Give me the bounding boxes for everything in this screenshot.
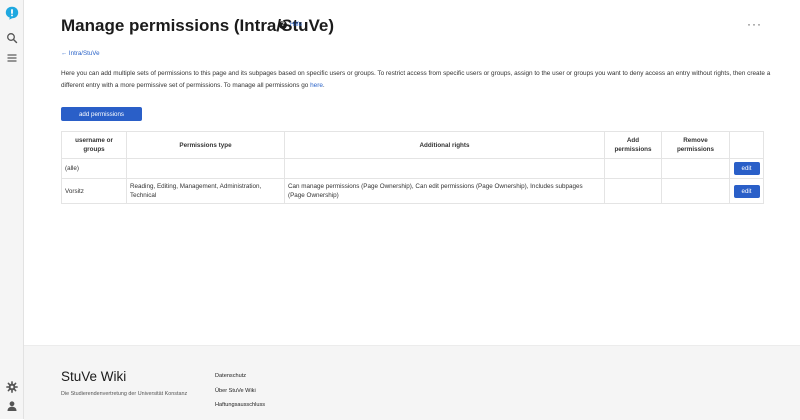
description-text: Here you can add multiple sets of permis… bbox=[61, 70, 771, 89]
main-content: Manage permissions (Intra/StuVe) ? Hilfe… bbox=[24, 0, 800, 345]
edit-button[interactable]: edit bbox=[733, 162, 760, 175]
table-row: Vorsitz Reading, Editing, Management, Ad… bbox=[61, 178, 764, 204]
column-header-add: Add permissions bbox=[604, 131, 662, 159]
footer: StuVe Wiki Die Studierendenvertretung de… bbox=[24, 345, 800, 420]
cell-username: Vorsitz bbox=[61, 178, 127, 204]
column-header-action bbox=[729, 131, 764, 159]
search-icon[interactable] bbox=[6, 32, 18, 44]
page-description: Here you can add multiple sets of permis… bbox=[61, 68, 781, 91]
column-header-additional: Additional rights bbox=[284, 131, 605, 159]
more-options-icon[interactable]: ··· bbox=[747, 17, 762, 31]
description-end: . bbox=[322, 81, 325, 89]
menu-icon[interactable] bbox=[6, 52, 18, 64]
column-header-username: username or groups bbox=[61, 131, 127, 159]
manage-all-permissions-link[interactable]: here bbox=[310, 82, 323, 89]
help-link[interactable]: ? Hilfe bbox=[279, 21, 302, 29]
footer-link-disclaimer[interactable]: Haftungsausschluss bbox=[215, 402, 265, 408]
cell-action: edit bbox=[729, 178, 764, 204]
cell-type bbox=[126, 158, 285, 179]
wiki-logo-icon[interactable] bbox=[5, 6, 19, 20]
add-permissions-button[interactable]: add permissions bbox=[61, 107, 142, 121]
column-header-remove: Remove permissions bbox=[661, 131, 730, 159]
table-header-row: username or groups Permissions type Addi… bbox=[61, 131, 764, 159]
cell-remove bbox=[661, 158, 730, 179]
cell-add bbox=[604, 158, 662, 179]
cell-username: (alle) bbox=[61, 158, 127, 179]
permissions-table: username or groups Permissions type Addi… bbox=[61, 131, 764, 204]
cell-additional: Can manage permissions (Page Ownership),… bbox=[284, 178, 605, 204]
column-header-type: Permissions type bbox=[126, 131, 285, 159]
cell-type: Reading, Editing, Management, Administra… bbox=[126, 178, 285, 204]
cell-additional bbox=[284, 158, 605, 179]
gear-icon[interactable] bbox=[6, 381, 18, 393]
user-icon[interactable] bbox=[6, 400, 18, 412]
help-label: Hilfe bbox=[290, 22, 303, 28]
left-rail bbox=[0, 0, 24, 419]
table-row: (alle) edit bbox=[61, 158, 764, 179]
cell-remove bbox=[661, 178, 730, 204]
edit-button[interactable]: edit bbox=[733, 184, 760, 198]
footer-link-about[interactable]: Über StuVe Wiki bbox=[215, 388, 265, 394]
footer-link-datenschutz[interactable]: Datenschutz bbox=[215, 373, 265, 379]
footer-links: Datenschutz Über StuVe Wiki Haftungsauss… bbox=[215, 373, 265, 417]
cell-action: edit bbox=[729, 158, 764, 179]
cell-add bbox=[604, 178, 662, 204]
footer-title: StuVe Wiki bbox=[61, 369, 127, 384]
help-icon: ? bbox=[279, 21, 287, 29]
footer-subtitle: Die Studierendenvertretung der Universit… bbox=[61, 391, 188, 397]
breadcrumb-back-link[interactable]: ← Intra/StuVe bbox=[61, 50, 100, 57]
